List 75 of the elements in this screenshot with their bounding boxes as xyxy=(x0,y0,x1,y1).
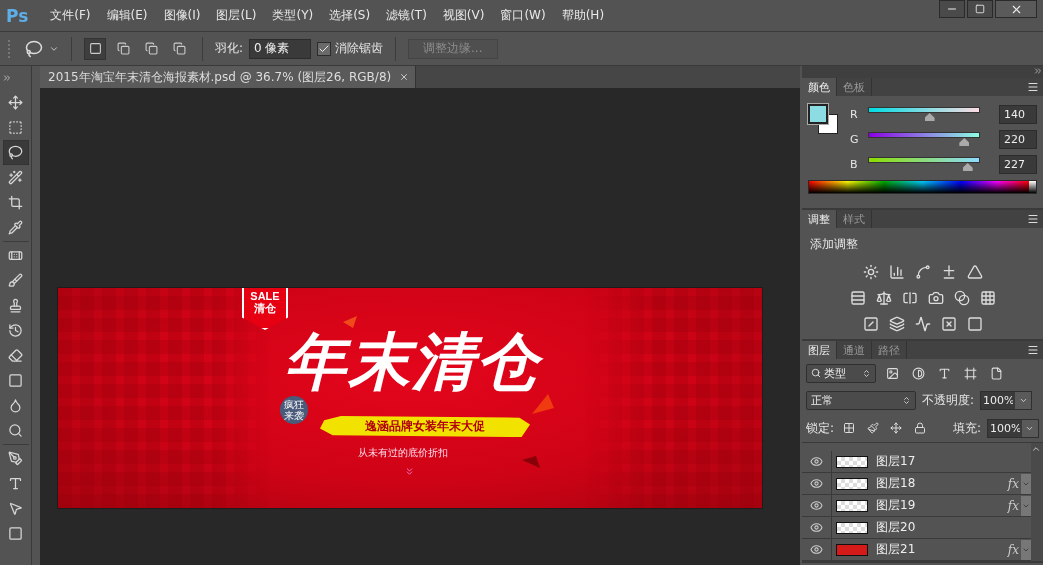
menu-item[interactable]: 滤镜(T) xyxy=(378,7,435,24)
slider-thumb[interactable] xyxy=(959,138,970,146)
layer-name[interactable]: 图层21 xyxy=(876,541,1008,558)
up-down-icon[interactable] xyxy=(902,396,911,405)
effects-label: fx xyxy=(1007,476,1019,491)
menu-item[interactable]: 图像(I) xyxy=(155,7,209,24)
slider-track[interactable] xyxy=(868,157,980,171)
menu-item[interactable]: 选择(S) xyxy=(321,7,379,24)
document-tab[interactable]: 2015年淘宝年末清仓海报素材.psd @ 36.7% (图层26, RGB/8) xyxy=(40,66,417,88)
menu-item[interactable]: 文件(F) xyxy=(42,7,99,24)
channel-value-field[interactable]: 220 xyxy=(999,129,1037,149)
up-down-icon[interactable] xyxy=(862,368,871,378)
search-icon[interactable] xyxy=(811,368,821,378)
lasso-icon[interactable] xyxy=(25,39,43,58)
close-button[interactable] xyxy=(995,0,1037,18)
scroll-up-icon[interactable] xyxy=(1031,444,1041,454)
layer-name[interactable]: 图层19 xyxy=(876,497,1008,514)
collapse-icon[interactable] xyxy=(1033,66,1043,76)
opacity-label: 不透明度: xyxy=(922,392,975,409)
panel-tab[interactable]: 颜色 xyxy=(802,78,837,96)
menu-item[interactable]: 帮助(H) xyxy=(553,7,613,24)
menu-item[interactable]: 视图(V) xyxy=(434,7,493,24)
restore-icon[interactable] xyxy=(975,4,985,14)
channel-label: B xyxy=(850,157,859,171)
feather-field[interactable]: 0 像素 xyxy=(249,38,312,59)
layer-name[interactable]: 图层18 xyxy=(876,475,1008,492)
panel-tab[interactable]: 调整 xyxy=(802,210,837,228)
panel-tab[interactable]: 图层 xyxy=(802,341,837,359)
paper-shard-drawing xyxy=(343,316,357,328)
minimize-button[interactable] xyxy=(939,0,965,18)
slider-track[interactable] xyxy=(868,107,980,121)
menu-item[interactable]: 图层(L) xyxy=(208,7,265,24)
filter-select[interactable]: 类型 xyxy=(806,363,876,383)
paper-shard-drawing xyxy=(522,456,540,468)
lock-label: 锁定: xyxy=(806,419,835,437)
channel-label: R xyxy=(850,107,859,121)
new-selection-icon[interactable] xyxy=(84,37,106,60)
panel-heading: 添加调整 xyxy=(809,236,859,253)
lasso-icon[interactable] xyxy=(2,140,29,165)
menu-item[interactable]: 类型(Y) xyxy=(264,7,322,24)
paper-shard-drawing xyxy=(532,394,554,414)
menu-item[interactable]: 窗口(W) xyxy=(492,7,554,24)
chevrons-down-icon xyxy=(404,466,415,477)
fill-label: 填充: xyxy=(952,419,981,437)
sale-text: SALE xyxy=(250,290,280,302)
channel-label: G xyxy=(850,132,860,146)
channel-value-field[interactable]: 140 xyxy=(999,104,1037,124)
slider-track[interactable] xyxy=(868,132,980,146)
antialias-checkbox[interactable] xyxy=(317,41,332,56)
layer-name[interactable]: 图层17 xyxy=(876,453,1021,470)
sale-subtext: 清仓 xyxy=(254,302,276,315)
slider-thumb[interactable] xyxy=(924,113,935,121)
layer-thumbnail xyxy=(836,499,868,512)
layer-thumbnail xyxy=(836,455,868,468)
app-logo: Ps xyxy=(5,5,30,26)
menu-item[interactable]: 编辑(E) xyxy=(98,7,156,24)
slider-thumb[interactable] xyxy=(962,163,973,171)
document-title: 2015年淘宝年末清仓海报素材.psd @ 36.7% (图层26, RGB/8) xyxy=(48,68,392,86)
feather-label: 羽化: xyxy=(215,40,244,57)
layer-name[interactable]: 图层20 xyxy=(876,519,1021,536)
scrollbar[interactable] xyxy=(1031,443,1043,561)
effects-label: fx xyxy=(1007,498,1019,513)
layer-thumbnail xyxy=(836,477,868,490)
layer-thumbnail xyxy=(836,521,868,534)
promo-banner: 逸涵品牌女装年末大促 xyxy=(320,416,530,437)
poster-subtitle: 从未有过的底价折扣 xyxy=(358,446,448,460)
hang-tag: 疯狂来袭 xyxy=(280,396,308,424)
blend-mode-select[interactable]: 正常 xyxy=(806,391,916,410)
close-icon[interactable] xyxy=(399,72,410,82)
antialias-label: 消除锯齿 xyxy=(335,40,384,57)
effects-label: fx xyxy=(1007,542,1019,557)
color-swatches[interactable] xyxy=(808,104,840,136)
restore-button[interactable] xyxy=(967,0,993,18)
channel-value-field[interactable]: 227 xyxy=(999,154,1037,174)
color-spectrum[interactable] xyxy=(808,180,1037,194)
